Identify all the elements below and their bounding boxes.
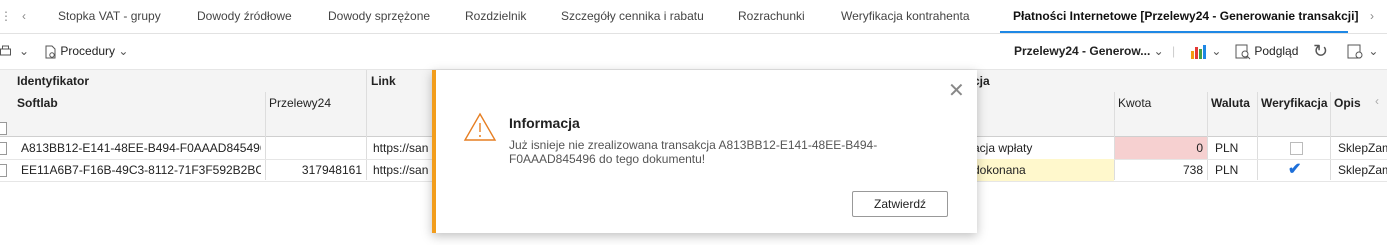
tab-dowody-sprzezone[interactable]: Dowody sprzężone [328, 0, 430, 33]
more-icon[interactable]: ⋮ [0, 0, 12, 33]
cell-kwota: 0 [1115, 137, 1207, 159]
scroll-left-icon[interactable]: ‹ [1375, 94, 1379, 108]
row-select-checkbox[interactable] [0, 142, 7, 155]
column-waluta[interactable]: Waluta [1211, 96, 1250, 110]
tab-platnosci-internetowe[interactable]: Płatności Internetowe [Przelewy24 - Gene… [1013, 0, 1358, 33]
dialog-title: Informacja [509, 115, 580, 131]
cell-przelewy24 [268, 137, 362, 159]
header-link: Link [371, 74, 396, 88]
cell-opis: SklepZam [1338, 141, 1387, 155]
chevron-down-icon[interactable]: ⌄ [19, 33, 29, 69]
tab-rozdzielnik[interactable]: Rozdzielnik [465, 0, 526, 33]
column-opis[interactable]: Opis [1334, 96, 1361, 110]
toolbar: ⌄ Procedury ⌄ Przelewy24 - Generow... ⌄ … [0, 33, 1387, 70]
cell-weryfikacja-checkbox[interactable] [1290, 142, 1303, 155]
tab-dowody-zrodlowe[interactable]: Dowody źródłowe [197, 0, 292, 33]
preview-button[interactable]: Podgląd [1235, 33, 1298, 69]
preview-icon [1235, 44, 1251, 60]
preview-label: Podgląd [1254, 44, 1299, 58]
cell-przelewy24: 317948161 [301, 163, 362, 177]
dialog-message: Już isnieje nie zrealizowana transakcja … [509, 138, 878, 166]
settings-icon[interactable]: ⌄ [1347, 33, 1378, 69]
toolbar-divider: | [1172, 44, 1176, 58]
column-weryfikacja[interactable]: Weryfikacja [1261, 96, 1328, 110]
chevron-down-icon: ⌄ [118, 44, 129, 58]
cell-link[interactable]: https://san [373, 159, 431, 181]
column-kwota[interactable]: Kwota [1118, 96, 1151, 110]
warning-icon [463, 112, 497, 141]
information-dialog: ✕ Informacja Już isnieje nie zrealizowan… [432, 70, 977, 233]
cell-link[interactable]: https://san [373, 137, 431, 159]
tab-rozrachunki[interactable]: Rozrachunki [738, 0, 805, 33]
tab-stopka-vat[interactable]: Stopka VAT - grupy [58, 0, 161, 33]
column-przelewy24[interactable]: Przelewy24 [269, 96, 331, 110]
cell-softlab: EE11A6B7-F16B-49C3-8112-71F3F592B2BC [21, 163, 261, 177]
column-softlab[interactable]: Softlab [17, 96, 58, 110]
chevron-down-icon: ⌄ [1368, 44, 1379, 58]
cell-status: acja wpłaty [973, 141, 1033, 155]
cell-status: dokonana [973, 159, 1114, 181]
confirm-button[interactable]: Zatwierdź [852, 191, 948, 217]
chart-icon[interactable]: ⌄ [1190, 33, 1221, 69]
cell-softlab: A813BB12-E141-48EE-B494-F0AAAD845496 [21, 141, 261, 155]
cell-opis: SklepZam [1338, 163, 1387, 177]
cell-waluta: PLN [1215, 141, 1239, 155]
document-icon [45, 45, 56, 59]
chevron-down-icon: ⌄ [1211, 44, 1222, 58]
tab-szczegoly-cennika[interactable]: Szczegóły cennika i rabatu [561, 0, 704, 33]
print-icon[interactable] [0, 33, 12, 69]
tab-bar: ⋮ ‹ Stopka VAT - grupy Dowody źródłowe D… [0, 0, 1387, 34]
refresh-icon[interactable]: ↻ [1313, 33, 1328, 69]
cell-kwota: 738 [1182, 163, 1203, 177]
select-all-checkbox[interactable] [0, 122, 7, 135]
row-select-checkbox[interactable] [0, 164, 7, 177]
tab-weryfikacja[interactable]: Weryfikacja kontrahenta [841, 0, 970, 33]
tab-scroll-right-icon[interactable]: › [1370, 0, 1374, 33]
cell-waluta: PLN [1215, 163, 1239, 177]
header-identyfikator: Identyfikator [17, 74, 90, 88]
chevron-down-icon: ⌄ [1153, 44, 1164, 58]
procedures-button[interactable]: Procedury ⌄ [43, 33, 128, 69]
provider-select-value: Przelewy24 - Generow... [1014, 44, 1151, 58]
checkmark-icon[interactable]: ✔ [1288, 159, 1306, 181]
provider-select[interactable]: Przelewy24 - Generow... ⌄ [1014, 33, 1164, 69]
procedures-label: Procedury [60, 44, 116, 58]
tab-scroll-left-icon[interactable]: ‹ [22, 0, 26, 33]
close-icon[interactable]: ✕ [948, 78, 965, 103]
